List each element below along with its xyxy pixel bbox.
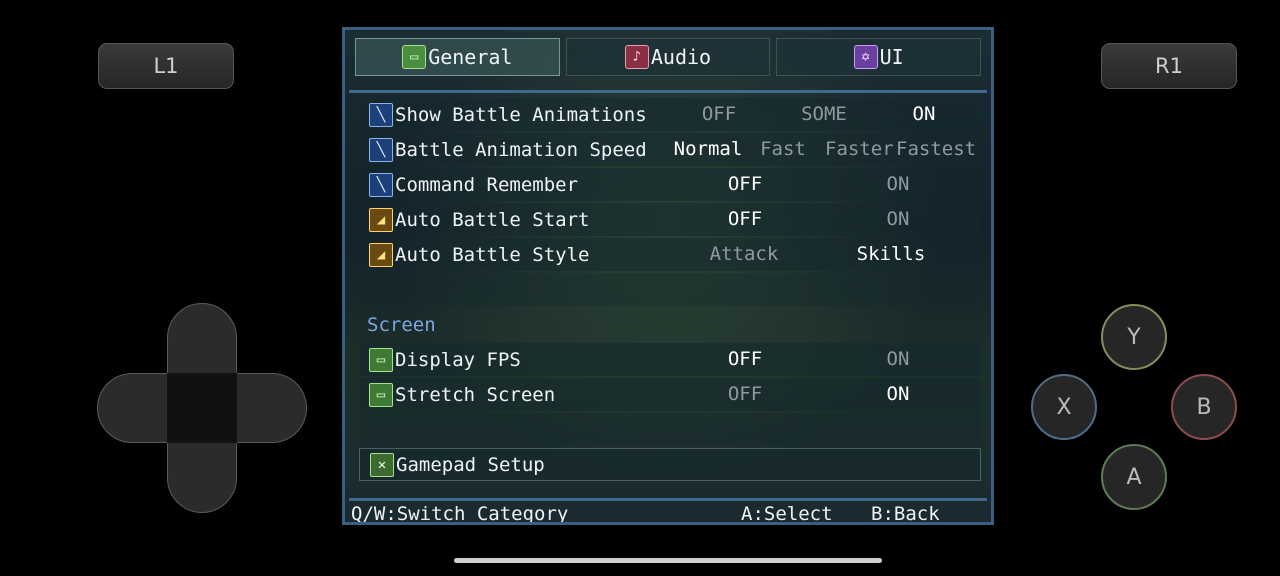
winged-boot-icon: ◢ <box>369 242 393 267</box>
tab-general[interactable]: ▭ General <box>355 38 560 76</box>
tools-icon: ✕ <box>370 452 394 477</box>
monitor-icon: ▭ <box>369 382 393 407</box>
settings-window: ▭ General ♪ Audio ✡ UI ╲ Show Battle Ani… <box>342 27 994 525</box>
option-off[interactable]: OFF <box>715 168 775 201</box>
setting-label: Stretch Screen <box>395 383 556 406</box>
x-button[interactable]: X <box>1031 374 1097 440</box>
gamepad-setup-button[interactable]: ✕ Gamepad Setup <box>359 448 981 481</box>
option-fast[interactable]: Fast <box>757 133 809 166</box>
winged-boot-icon: ◢ <box>369 207 393 232</box>
hint-select: A:Select <box>741 503 833 525</box>
tab-audio[interactable]: ♪ Audio <box>565 38 771 76</box>
setting-stretch-screen[interactable]: ▭ Stretch Screen OFF ON <box>359 378 981 411</box>
option-off[interactable]: OFF <box>715 378 775 411</box>
home-indicator[interactable] <box>454 558 882 563</box>
option-normal[interactable]: Normal <box>673 133 743 166</box>
option-skills[interactable]: Skills <box>853 238 929 271</box>
sword-icon: ╲ <box>369 137 393 162</box>
sword-icon: ╲ <box>369 172 393 197</box>
option-fastest[interactable]: Fastest <box>896 133 976 166</box>
settings-list: ╲ Show Battle Animations OFF SOME ON ╲ B… <box>359 98 981 483</box>
section-header-screen: Screen <box>367 313 436 336</box>
setting-auto-battle-style[interactable]: ◢ Auto Battle Style Attack Skills <box>359 238 981 271</box>
dpad-center <box>167 373 237 443</box>
setting-auto-battle-start[interactable]: ◢ Auto Battle Start OFF ON <box>359 203 981 236</box>
monitor-icon: ▭ <box>369 347 393 372</box>
empty-row <box>359 413 981 446</box>
setting-battle-animation-speed[interactable]: ╲ Battle Animation Speed Normal Fast Fas… <box>359 133 981 166</box>
option-attack[interactable]: Attack <box>699 238 789 271</box>
tab-label: Audio <box>650 45 712 69</box>
option-faster[interactable]: Faster <box>825 133 894 166</box>
b-button[interactable]: B <box>1171 374 1237 440</box>
hint-switch-category: Q/W:Switch Category <box>351 503 569 525</box>
tab-label: UI <box>879 45 904 69</box>
help-bar: Q/W:Switch Category A:Select B:Back <box>349 498 987 525</box>
option-on[interactable]: ON <box>873 168 923 201</box>
setting-label: Gamepad Setup <box>396 453 545 476</box>
dpad-up[interactable] <box>167 303 237 373</box>
hint-back: B:Back <box>871 503 940 525</box>
l1-button[interactable]: L1 <box>98 43 234 89</box>
dpad-left[interactable] <box>97 373 167 443</box>
category-tabs: ▭ General ♪ Audio ✡ UI <box>355 38 982 76</box>
option-on[interactable]: ON <box>899 98 949 131</box>
hexagram-icon: ✡ <box>853 45 878 69</box>
sword-icon: ╲ <box>369 102 393 127</box>
setting-label: Auto Battle Start <box>395 208 590 231</box>
dpad-down[interactable] <box>167 443 237 513</box>
option-off[interactable]: OFF <box>715 203 775 236</box>
setting-show-battle-animations[interactable]: ╲ Show Battle Animations OFF SOME ON <box>359 98 981 131</box>
divider <box>349 90 987 93</box>
setting-label: Command Remember <box>395 173 579 196</box>
option-off[interactable]: OFF <box>715 343 775 376</box>
setting-label: Show Battle Animations <box>395 103 647 126</box>
tab-label: General <box>428 45 513 69</box>
dpad-right[interactable] <box>237 373 307 443</box>
setting-command-remember[interactable]: ╲ Command Remember OFF ON <box>359 168 981 201</box>
a-button[interactable]: A <box>1101 444 1167 510</box>
option-some[interactable]: SOME <box>789 98 859 131</box>
dpad[interactable] <box>97 303 307 513</box>
setting-display-fps[interactable]: ▭ Display FPS OFF ON <box>359 343 981 376</box>
setting-label: Battle Animation Speed <box>395 138 647 161</box>
tab-ui[interactable]: ✡ UI <box>776 38 982 76</box>
y-button[interactable]: Y <box>1101 304 1167 370</box>
monitor-icon: ▭ <box>402 45 427 69</box>
empty-row <box>359 273 981 306</box>
option-off[interactable]: OFF <box>689 98 749 131</box>
option-on[interactable]: ON <box>873 378 923 411</box>
r1-button[interactable]: R1 <box>1101 43 1237 89</box>
setting-label: Display FPS <box>395 348 521 371</box>
option-on[interactable]: ON <box>873 343 923 376</box>
music-note-icon: ♪ <box>624 45 649 69</box>
option-on[interactable]: ON <box>873 203 923 236</box>
setting-label: Auto Battle Style <box>395 243 590 266</box>
